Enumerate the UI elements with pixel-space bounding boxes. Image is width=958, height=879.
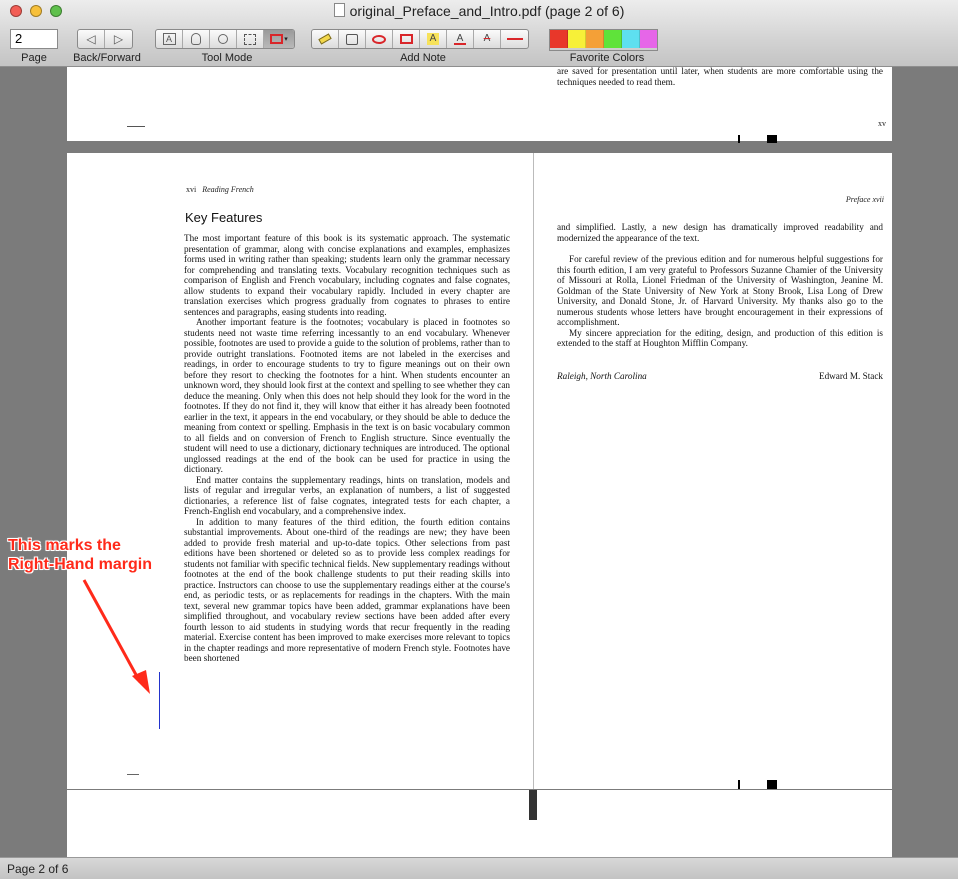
- crop-mark: [738, 780, 740, 789]
- rectangle-icon: [399, 34, 413, 44]
- text-tool-icon: A: [162, 33, 176, 45]
- back-arrow-icon: ◁: [86, 32, 96, 46]
- crop-mark: [767, 135, 777, 143]
- right-running-head: Preface xvii: [845, 195, 884, 204]
- callout-line-1: This marks the: [8, 537, 121, 554]
- arrow-button[interactable]: [501, 30, 528, 48]
- callout-arrow-icon: [82, 579, 150, 694]
- color-swatch-green[interactable]: [604, 30, 622, 48]
- color-swatch-cyan[interactable]: [622, 30, 640, 48]
- rectangle-button[interactable]: [393, 30, 420, 48]
- hand-icon: [191, 33, 201, 45]
- crop-mark: [127, 774, 139, 775]
- paragraph: End matter contains the supplementary re…: [184, 474, 510, 517]
- paragraph: My sincere appreciation for the editing,…: [557, 327, 883, 349]
- dropdown-arrow-icon: ▾: [284, 36, 288, 43]
- forward-arrow-icon: ▷: [113, 32, 124, 46]
- left-page-number: xvi: [186, 185, 197, 194]
- right-column-text: and simplified. Lastly, a new design has…: [557, 222, 883, 349]
- magnifier-icon: [218, 34, 228, 44]
- document-viewer[interactable]: are saved for presentation until later, …: [0, 67, 958, 857]
- underline-button[interactable]: A: [447, 30, 474, 48]
- strikethrough-icon: A: [483, 33, 491, 44]
- toolbar: original_Preface_and_Intro.pdf (page 2 o…: [0, 0, 958, 67]
- signature-name: Edward M. Stack: [818, 371, 883, 381]
- back-button[interactable]: ◁: [78, 30, 105, 48]
- left-running-head: xvi Reading French: [186, 185, 254, 194]
- oval-button[interactable]: [366, 30, 393, 48]
- paragraph: For careful review of the previous editi…: [557, 254, 883, 327]
- oval-icon: [372, 34, 386, 44]
- move-tool[interactable]: [183, 30, 210, 48]
- rectangle-annotation-icon: [270, 34, 284, 44]
- left-column-text: The most important feature of this book …: [184, 233, 510, 725]
- scan-edge: [529, 790, 537, 820]
- page-label: Page: [21, 52, 47, 64]
- page-gutter: [533, 153, 534, 789]
- paragraph: In addition to many features of the thir…: [184, 516, 510, 664]
- status-bar: Page 2 of 6: [0, 857, 958, 879]
- highlighter-icon: [318, 33, 332, 45]
- margin-callout: This marks the Right-Hand margin: [8, 536, 152, 574]
- zoom-tool[interactable]: [210, 30, 237, 48]
- prev-page-text: are saved for presentation until later, …: [557, 67, 883, 87]
- page-3-top: [67, 790, 892, 857]
- paragraph: The most important feature of this book …: [184, 233, 510, 317]
- left-running-title: Reading French: [202, 185, 254, 194]
- signature-place: Raleigh, North Carolina: [557, 371, 647, 381]
- annotate-tool[interactable]: ▾: [264, 30, 294, 48]
- page-2: xvi Reading French Preface xvii Key Feat…: [67, 153, 892, 789]
- arrow-icon: [506, 38, 523, 40]
- window-title-text: original_Preface_and_Intro.pdf (page 2 o…: [349, 3, 625, 19]
- crop-mark: [767, 780, 777, 789]
- back-forward-control: ◁ ▷: [77, 29, 133, 49]
- color-swatch-yellow[interactable]: [568, 30, 586, 48]
- paragraph: Another important feature is the footnot…: [184, 317, 510, 474]
- color-swatch-orange[interactable]: [586, 30, 604, 48]
- tool-mode-label: Tool Mode: [201, 52, 253, 64]
- color-swatch-magenta[interactable]: [640, 30, 657, 48]
- pdf-document-icon: [333, 3, 345, 17]
- select-tool[interactable]: [237, 30, 264, 48]
- callout-line-2: Right-Hand margin: [8, 556, 152, 573]
- favorite-colors: [549, 29, 658, 51]
- crop-mark: [127, 126, 145, 127]
- add-note-label: Add Note: [400, 52, 446, 64]
- window-title: original_Preface_and_Intro.pdf (page 2 o…: [0, 3, 958, 19]
- section-heading: Key Features: [185, 210, 263, 225]
- preview-window: original_Preface_and_Intro.pdf (page 2 o…: [0, 0, 958, 879]
- paragraph: and simplified. Lastly, a new design has…: [557, 222, 883, 243]
- highlight-button[interactable]: [312, 30, 339, 48]
- add-note-control: A A A: [311, 29, 529, 49]
- strikethrough-button[interactable]: A: [474, 30, 501, 48]
- page-1-bottom: are saved for presentation until later, …: [67, 67, 892, 143]
- prev-page-number: xv: [878, 119, 886, 128]
- note-icon: [346, 33, 358, 45]
- tool-mode-control: A ▾: [155, 29, 295, 49]
- marquee-icon: [244, 33, 256, 45]
- text-highlight-button[interactable]: A: [420, 30, 447, 48]
- text-highlight-icon: A: [427, 33, 439, 45]
- back-forward-label: Back/Forward: [73, 52, 141, 64]
- text-select-tool[interactable]: A: [156, 30, 183, 48]
- color-swatch-red[interactable]: [550, 30, 568, 48]
- favorite-colors-label: Favorite Colors: [569, 52, 645, 64]
- page-number-input[interactable]: 2: [10, 29, 58, 49]
- underline-icon: A: [454, 33, 466, 45]
- crop-mark: [738, 135, 740, 143]
- forward-button[interactable]: ▷: [105, 30, 132, 48]
- note-button[interactable]: [339, 30, 366, 48]
- signature: Raleigh, North Carolina Edward M. Stack: [557, 371, 883, 381]
